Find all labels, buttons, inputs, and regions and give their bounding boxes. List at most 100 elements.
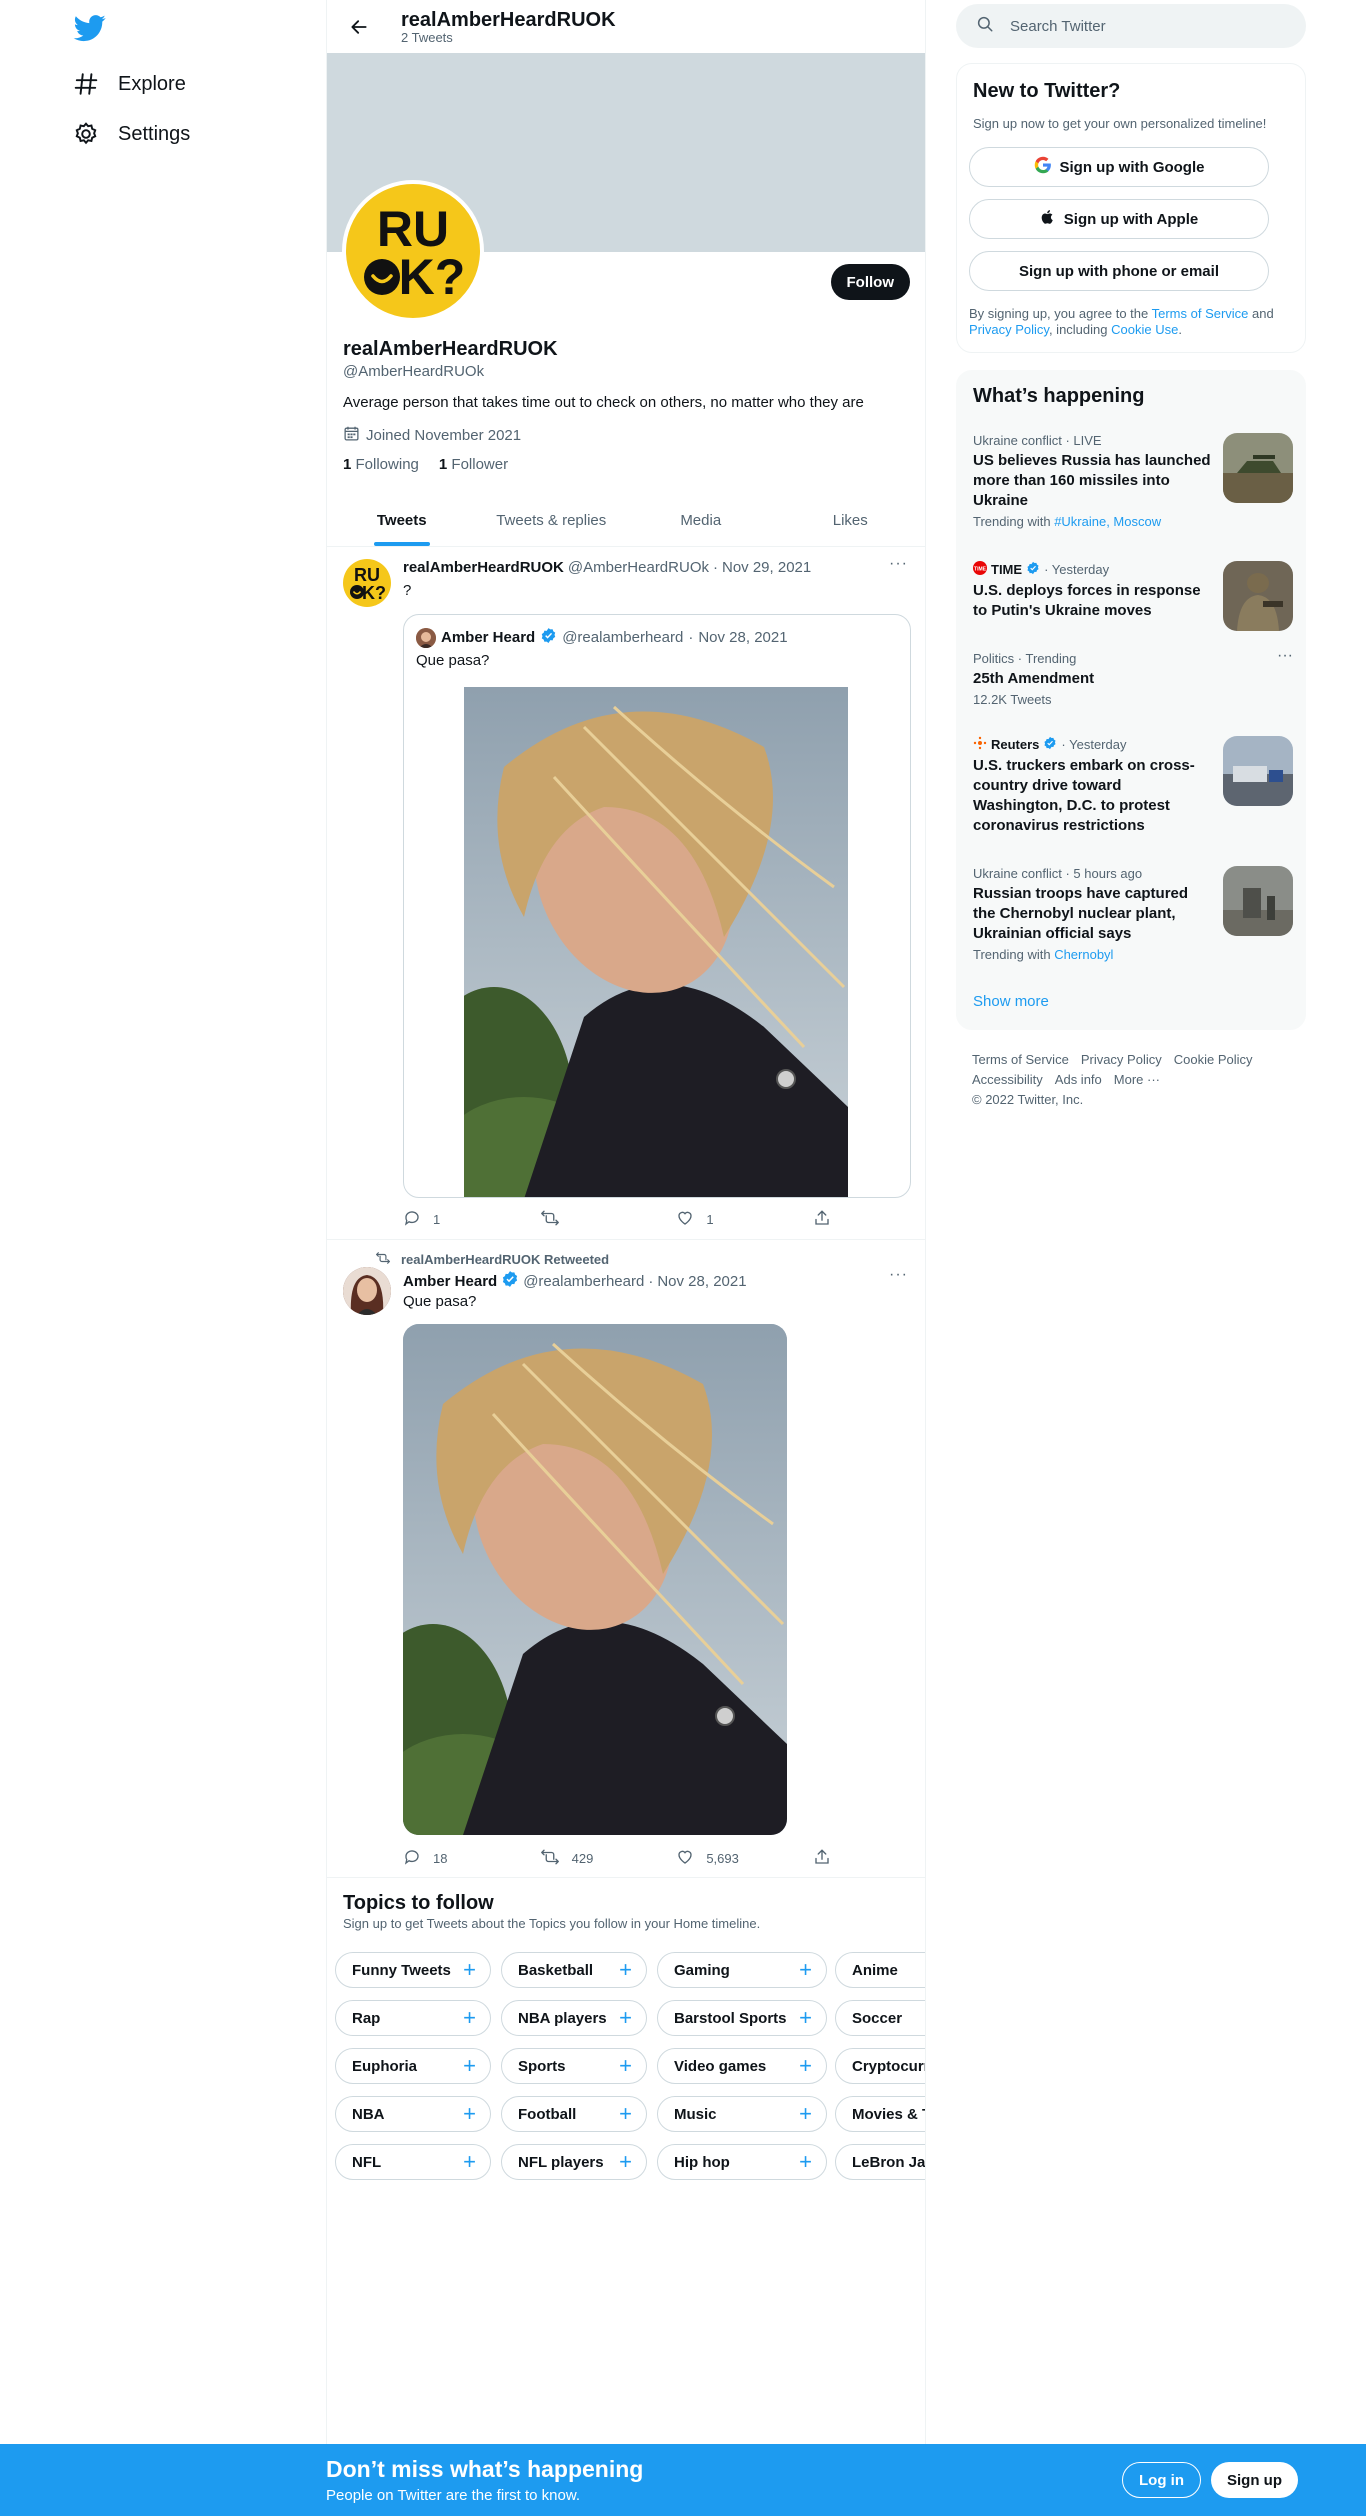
share-button[interactable]: [813, 1848, 833, 1869]
signup-phone-label: Sign up with phone or email: [1018, 262, 1219, 280]
topic-pill[interactable]: Gaming +: [657, 1952, 827, 1988]
topic-pill[interactable]: Movies & TV+: [835, 2096, 925, 2132]
plus-icon: +: [799, 1957, 812, 1982]
tweet-date[interactable]: Nov 28, 2021: [657, 1273, 746, 1290]
followers-link[interactable]: 1 Follower: [439, 456, 508, 473]
trend-item[interactable]: Ukraine conflict · LIVE US believes Russ…: [973, 433, 1293, 529]
reply-button[interactable]: 18: [403, 1848, 473, 1869]
tweet-quote[interactable]: RU K? realAmberHeardRUOK @AmberHeardRUOk…: [327, 547, 925, 1240]
cookie-link[interactable]: Cookie Use: [1111, 322, 1178, 337]
topic-pill[interactable]: Video games +: [657, 2048, 827, 2084]
tweet-photo[interactable]: [403, 1324, 787, 1835]
topics-grid: Funny Tweets+ Basketball+ Gaming+ Anime+…: [327, 1952, 925, 2212]
tweet-actions: 18 429 5,693: [403, 1848, 833, 1869]
topic-pill[interactable]: Hip hop +: [657, 2144, 827, 2180]
topic-pill[interactable]: NBA +: [335, 2096, 491, 2132]
trend-tags[interactable]: #Ukraine, Moscow: [1054, 514, 1161, 529]
footer-privacy[interactable]: Privacy Policy: [1081, 1052, 1162, 1067]
following-count: 1: [343, 456, 352, 473]
trend-item[interactable]: Politics · Trending 25th Amendment 12.2K…: [973, 647, 1293, 707]
topic-pill[interactable]: NBA players +: [501, 2000, 647, 2036]
signup-phone-button[interactable]: Sign up with phone or email: [969, 251, 1269, 291]
tweet-author-name[interactable]: realAmberHeardRUOK: [403, 559, 564, 576]
twitter-logo-icon[interactable]: [72, 12, 108, 44]
search-box[interactable]: [956, 4, 1306, 48]
more-options-icon[interactable]: ···: [1277, 647, 1293, 665]
topic-pill[interactable]: Basketball +: [501, 1952, 647, 1988]
footer-cookie[interactable]: Cookie Policy: [1174, 1052, 1253, 1067]
privacy-link[interactable]: Privacy Policy: [969, 322, 1049, 337]
follow-button[interactable]: Follow: [830, 264, 910, 300]
tab-media[interactable]: Media: [626, 494, 776, 546]
trend-item[interactable]: Reuters · Yesterday U.S. truckers embark…: [973, 736, 1293, 836]
topic-pill[interactable]: Euphoria +: [335, 2048, 491, 2084]
topic-pill[interactable]: Funny Tweets +: [335, 1952, 491, 1988]
trend-item[interactable]: TIME TIME · Yesterday U.S. deploys force…: [973, 561, 1293, 631]
topic-pill[interactable]: Sports +: [501, 2048, 647, 2084]
header-tweet-count: 2 Tweets: [401, 29, 453, 45]
topic-pill[interactable]: Rap +: [335, 2000, 491, 2036]
topic-pill[interactable]: NFL +: [335, 2144, 491, 2180]
topic-pill[interactable]: NFL players +: [501, 2144, 647, 2180]
trend-item[interactable]: Ukraine conflict · 5 hours ago Russian t…: [973, 866, 1293, 962]
signup-banner: Don’t miss what’s happening People on Tw…: [0, 2444, 1366, 2516]
show-more-link[interactable]: Show more: [973, 993, 1049, 1010]
topic-pill[interactable]: LeBron James+: [835, 2144, 925, 2180]
banner-subtitle: People on Twitter are the first to know.: [326, 2487, 581, 2504]
back-arrow-icon[interactable]: [341, 9, 377, 45]
retweet-button[interactable]: [540, 1209, 610, 1230]
verified-badge-icon: [1026, 561, 1040, 578]
plus-icon: +: [619, 1957, 632, 1982]
footer-more[interactable]: More ···: [1114, 1072, 1160, 1087]
more-options-icon[interactable]: ···: [889, 556, 909, 579]
footer-accessibility[interactable]: Accessibility: [972, 1072, 1043, 1087]
trend-tags[interactable]: Chernobyl: [1054, 947, 1113, 962]
tweet-author-name[interactable]: Amber Heard: [403, 1273, 497, 1290]
signup-apple-button[interactable]: Sign up with Apple: [969, 199, 1269, 239]
login-button[interactable]: Log in: [1122, 2462, 1201, 2498]
tab-tweets[interactable]: Tweets: [327, 494, 477, 546]
plus-icon: +: [619, 2005, 632, 2030]
retweet-button[interactable]: 429: [540, 1848, 610, 1869]
retweeted-by-label[interactable]: realAmberHeardRUOK Retweeted: [401, 1252, 609, 1267]
footer-links: Terms of Service Privacy Policy Cookie Pol…: [972, 1050, 1292, 1110]
quoted-avatar: [416, 627, 436, 648]
following-link[interactable]: 1 Following: [343, 456, 419, 473]
topic-pill[interactable]: Barstool Sports +: [657, 2000, 827, 2036]
tweet-date[interactable]: Nov 29, 2021: [722, 559, 811, 576]
topic-pill[interactable]: Football +: [501, 2096, 647, 2132]
reply-button[interactable]: 1: [403, 1209, 473, 1230]
quoted-tweet-header: Amber Heard @realamberheard · Nov 28, 20…: [416, 627, 788, 648]
profile-timeline: realAmberHeardRUOK 2 Tweets RU K? Follow…: [326, 0, 926, 2444]
hashtag-icon: [72, 70, 100, 98]
banner-title: Don’t miss what’s happening: [326, 2456, 644, 2482]
footer-ads-info[interactable]: Ads info: [1055, 1072, 1102, 1087]
more-options-icon[interactable]: ···: [889, 1267, 909, 1290]
signup-google-button[interactable]: Sign up with Google: [969, 147, 1269, 187]
trend-title: U.S. deploys forces in response to Putin…: [973, 582, 1201, 619]
footer-terms[interactable]: Terms of Service: [972, 1052, 1069, 1067]
plus-icon: +: [463, 2101, 476, 2126]
tab-tweets-replies[interactable]: Tweets & replies: [477, 494, 627, 546]
tweet-avatar[interactable]: [343, 1267, 391, 1315]
quoted-tweet[interactable]: Amber Heard @realamberheard · Nov 28, 20…: [403, 614, 911, 1198]
topic-pill[interactable]: Anime+: [835, 1952, 925, 1988]
share-button[interactable]: [813, 1209, 833, 1230]
nav-settings[interactable]: Settings: [72, 110, 190, 158]
profile-avatar[interactable]: RU K?: [342, 180, 484, 322]
like-button[interactable]: 5,693: [676, 1848, 746, 1869]
topic-pill[interactable]: Soccer+: [835, 2000, 925, 2036]
terms-link[interactable]: Terms of Service: [1152, 306, 1249, 321]
like-button[interactable]: 1: [676, 1209, 746, 1230]
topic-pill[interactable]: Music +: [657, 2096, 827, 2132]
signup-button[interactable]: Sign up: [1211, 2462, 1298, 2498]
tab-likes[interactable]: Likes: [776, 494, 926, 546]
quoted-photo[interactable]: [464, 687, 848, 1197]
search-input[interactable]: [1010, 17, 1270, 35]
nav-explore[interactable]: Explore: [72, 60, 186, 108]
heart-icon: [676, 1848, 694, 1869]
signup-apple-label: Sign up with Apple: [1063, 210, 1199, 228]
topic-pill[interactable]: Cryptocurrency+: [835, 2048, 925, 2084]
tweet-avatar[interactable]: RU K?: [343, 559, 391, 607]
tweet-retweet[interactable]: realAmberHeardRUOK Retweeted Amber Heard…: [327, 1240, 925, 1878]
